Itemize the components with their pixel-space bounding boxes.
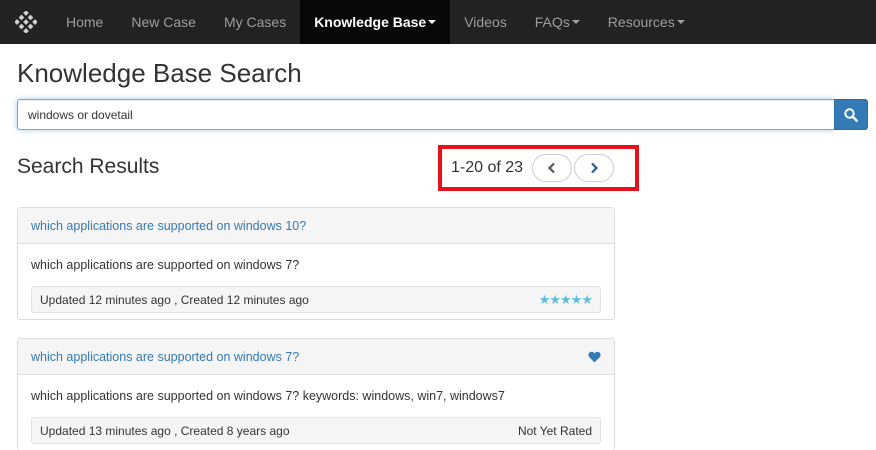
heart-icon[interactable] <box>588 351 601 363</box>
chevron-right-icon <box>591 162 599 174</box>
nav-new-case[interactable]: New Case <box>117 0 210 44</box>
result-title-link[interactable]: which applications are supported on wind… <box>31 350 299 364</box>
nav-resources[interactable]: Resources <box>594 0 699 44</box>
nav-my-cases-label: My Cases <box>223 14 287 30</box>
nav-home-label: Home <box>66 14 104 30</box>
nav-videos-label: Videos <box>464 14 507 30</box>
result-dates: Updated 13 minutes ago , Created 8 years… <box>40 423 290 438</box>
result-card-heading: which applications are supported on wind… <box>18 208 614 244</box>
pager: 1-20 of 23 <box>438 145 639 191</box>
result-dates: Updated 12 minutes ago , Created 12 minu… <box>40 292 309 307</box>
search-input[interactable] <box>17 99 834 130</box>
rating-status: Not Yet Rated <box>517 423 592 438</box>
result-card: which applications are supported on wind… <box>17 338 615 450</box>
search-button[interactable] <box>834 99 868 130</box>
previous-page-button[interactable] <box>532 154 573 182</box>
result-summary: which applications are supported on wind… <box>31 258 300 272</box>
result-card-heading: which applications are supported on wind… <box>18 339 614 375</box>
caret-down-icon <box>676 20 685 24</box>
nav-home[interactable]: Home <box>52 0 117 44</box>
result-card-body: which applications are supported on wind… <box>18 375 614 444</box>
nav-faqs[interactable]: FAQs <box>521 0 594 44</box>
caret-down-icon <box>571 20 580 24</box>
rating-stars-icon: ★★★★★ <box>538 291 593 307</box>
nav-my-cases[interactable]: My Cases <box>210 0 300 44</box>
search-bar <box>17 99 868 130</box>
nav-new-case-label: New Case <box>131 14 196 30</box>
brand-logo-icon <box>15 11 37 33</box>
chevron-left-icon <box>548 162 555 174</box>
top-navbar: Home New Case My Cases Knowledge Base Vi… <box>0 0 876 44</box>
result-title-link[interactable]: which applications are supported on wind… <box>31 219 306 233</box>
pager-range: 1-20 of 23 <box>451 159 524 176</box>
result-card: which applications are supported on wind… <box>17 207 615 320</box>
result-meta: Updated 12 minutes ago , Created 12 minu… <box>31 286 601 313</box>
nav-knowledge-base-label: Knowledge Base <box>314 14 427 30</box>
search-icon <box>844 107 858 122</box>
results-title: Search Results <box>17 155 160 178</box>
result-summary: which applications are supported on wind… <box>31 389 505 403</box>
nav-knowledge-base[interactable]: Knowledge Base <box>300 0 451 44</box>
next-page-button[interactable] <box>574 154 615 182</box>
result-meta: Updated 13 minutes ago , Created 8 years… <box>31 417 601 444</box>
page-title: Knowledge Base Search <box>17 58 302 88</box>
caret-down-icon <box>428 20 437 24</box>
nav-faqs-label: FAQs <box>534 14 570 30</box>
nav-videos[interactable]: Videos <box>450 0 521 44</box>
nav-resources-label: Resources <box>607 14 675 30</box>
brand-logo[interactable] <box>0 0 52 44</box>
result-card-body: which applications are supported on wind… <box>18 244 614 313</box>
